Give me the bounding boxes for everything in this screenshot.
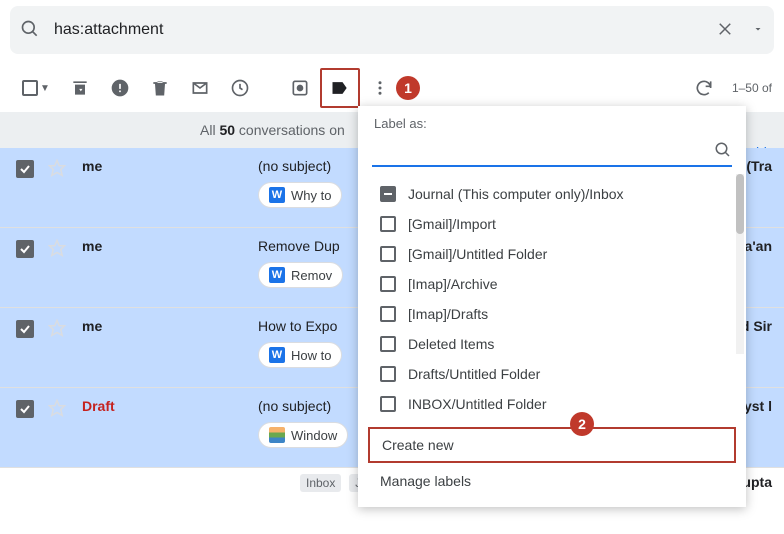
archive-button[interactable] (60, 68, 100, 108)
checkbox-icon (380, 396, 396, 412)
word-doc-icon: W (269, 187, 285, 203)
attachment-chip[interactable]: WRemov (258, 262, 343, 288)
label-option[interactable]: Drafts/Untitled Folder (358, 359, 746, 389)
labels-button[interactable] (320, 68, 360, 108)
label-option[interactable]: Deleted Items (358, 329, 746, 359)
create-new-label[interactable]: Create new (368, 427, 736, 463)
report-spam-button[interactable] (100, 68, 140, 108)
more-button[interactable] (360, 68, 400, 108)
toolbar: ▼ 1–50 of (0, 64, 784, 112)
checkbox-icon (380, 246, 396, 262)
row-tail: yst l (744, 398, 772, 414)
label-search (372, 137, 732, 167)
select-all-checkbox[interactable]: ▼ (12, 68, 60, 108)
checkbox-indeterminate-icon (380, 186, 396, 202)
search-options-caret-icon[interactable] (752, 22, 764, 38)
word-doc-icon: W (269, 347, 285, 363)
manage-labels[interactable]: Manage labels (358, 463, 746, 499)
search-icon (714, 141, 732, 162)
attachment-chip[interactable]: WHow to (258, 342, 342, 368)
label-option[interactable]: [Gmail]/Untitled Folder (358, 239, 746, 269)
label-option[interactable]: [Imap]/Drafts (358, 299, 746, 329)
search-bar (10, 6, 774, 54)
label-options: Journal (This computer only)/Inbox [Gmai… (358, 175, 746, 423)
label-as-dropdown: Label as: Journal (This computer only)/I… (358, 106, 746, 507)
label-option[interactable]: Journal (This computer only)/Inbox (358, 179, 746, 209)
checkbox-icon (380, 216, 396, 232)
row-checkbox[interactable] (16, 160, 34, 178)
attachment-chip[interactable]: WWhy to (258, 182, 342, 208)
label-search-input[interactable] (372, 137, 714, 165)
delete-button[interactable] (140, 68, 180, 108)
annotation-step-1: 1 (396, 76, 420, 100)
row-tail: (Tra (746, 158, 772, 174)
scrollbar-thumb[interactable] (736, 174, 744, 234)
label-chip[interactable]: Inbox (300, 474, 341, 492)
label-option[interactable]: [Imap]/Archive (358, 269, 746, 299)
sender: me (82, 238, 258, 254)
mark-unread-button[interactable] (180, 68, 220, 108)
search-input[interactable] (54, 21, 716, 39)
star-icon[interactable] (48, 159, 66, 180)
pagination-text: 1–50 of (732, 81, 772, 95)
row-checkbox[interactable] (16, 240, 34, 258)
dropdown-title: Label as: (358, 116, 746, 137)
checkbox-icon (380, 276, 396, 292)
checkbox-icon (380, 336, 396, 352)
search-icon[interactable] (20, 19, 40, 42)
sender: me (82, 158, 258, 174)
row-checkbox[interactable] (16, 320, 34, 338)
clear-search-icon[interactable] (716, 20, 734, 41)
add-to-tasks-button[interactable] (280, 68, 320, 108)
label-option[interactable]: INBOX/Untitled Folder (358, 389, 746, 419)
word-doc-icon: W (269, 267, 285, 283)
annotation-step-2: 2 (570, 412, 594, 436)
snooze-button[interactable] (220, 68, 260, 108)
star-icon[interactable] (48, 239, 66, 260)
refresh-button[interactable] (694, 78, 714, 98)
row-checkbox[interactable] (16, 400, 34, 418)
stack-icon (269, 427, 285, 443)
checkbox-icon (380, 366, 396, 382)
sender: me (82, 318, 258, 334)
checkbox-icon (380, 306, 396, 322)
attachment-chip[interactable]: Window (258, 422, 348, 448)
sender: Draft (82, 398, 258, 414)
star-icon[interactable] (48, 319, 66, 340)
label-option[interactable]: [Gmail]/Import (358, 209, 746, 239)
star-icon[interactable] (48, 399, 66, 420)
